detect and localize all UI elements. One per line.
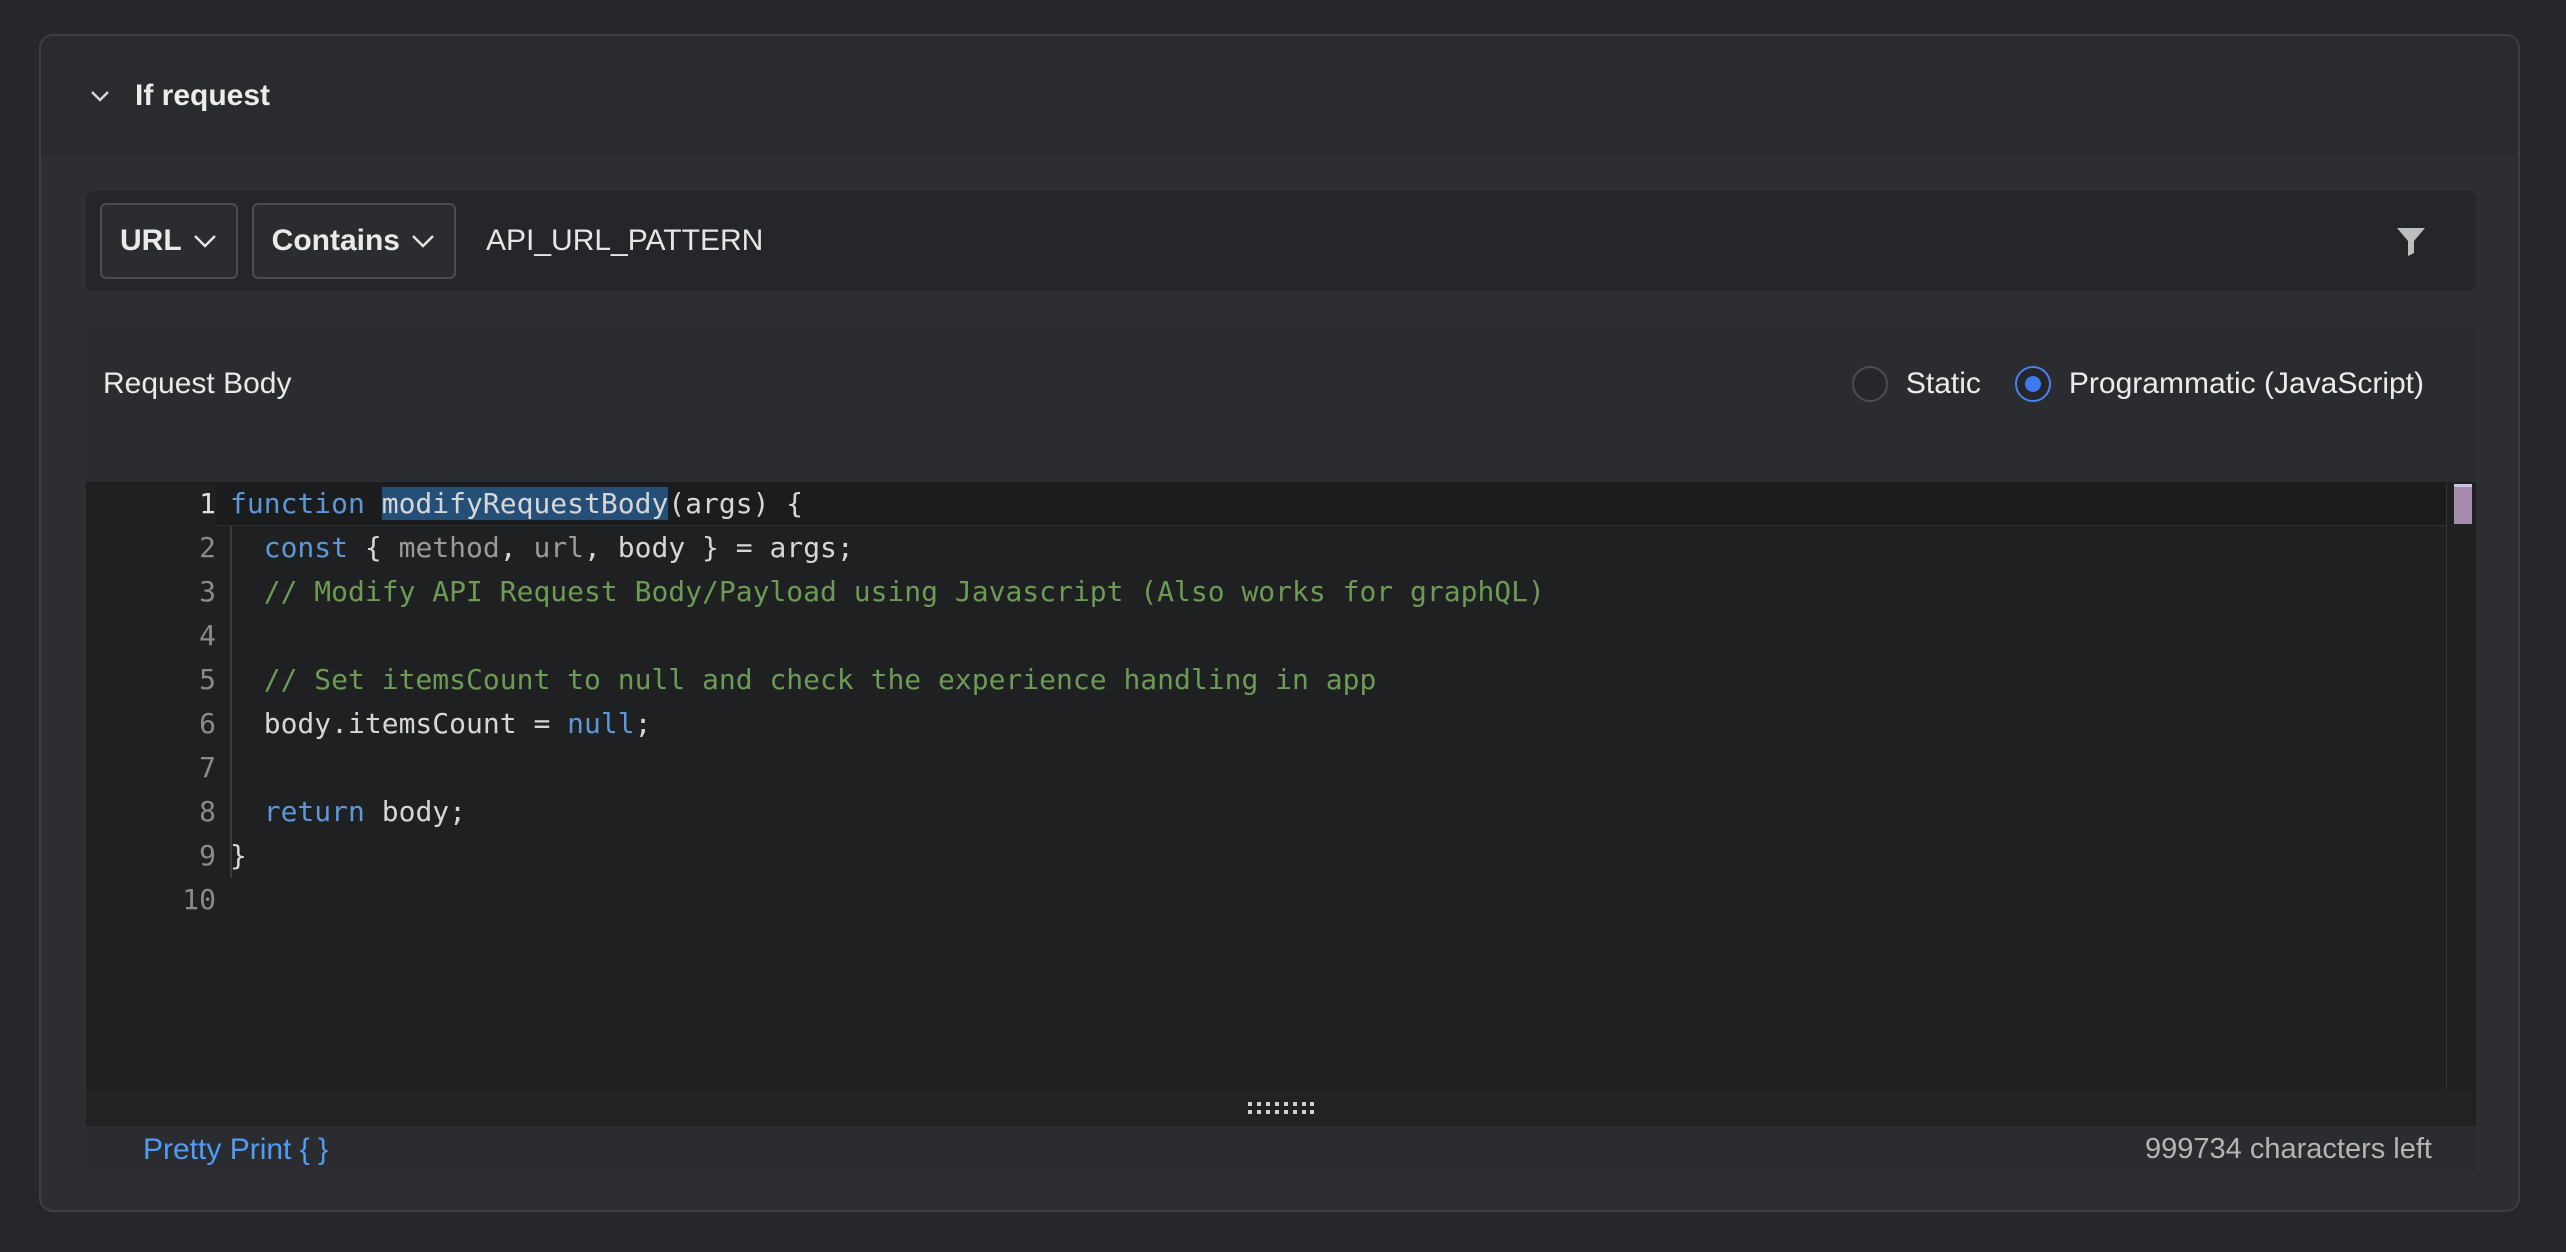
line-number: 7 bbox=[199, 751, 216, 784]
radio-programmatic-circle[interactable] bbox=[2014, 366, 2051, 402]
code-token: function bbox=[230, 487, 365, 520]
line-number: 4 bbox=[199, 619, 216, 652]
editor-footer: Pretty Print { } 999734 characters left bbox=[86, 1126, 2476, 1173]
chevron-down-icon bbox=[412, 235, 434, 248]
code-editor[interactable]: 1 2 3 4 5 6 7 8 9 10 function modifyRequ… bbox=[86, 482, 2476, 1090]
line-number: 8 bbox=[199, 795, 216, 828]
radio-static-circle[interactable] bbox=[1851, 366, 1888, 402]
field-dropdown-label: URL bbox=[120, 224, 182, 257]
section-header[interactable]: If request bbox=[41, 36, 2518, 156]
url-pattern-input[interactable] bbox=[486, 224, 2386, 258]
code-token: body; bbox=[364, 795, 467, 828]
line-number-gutter: 1 2 3 4 5 6 7 8 9 10 bbox=[86, 482, 216, 1090]
rule-condition-card: If request URL Contains Request Body Sta… bbox=[39, 34, 2520, 1212]
code-token: null bbox=[567, 707, 635, 740]
code-token: body.itemsCount = bbox=[263, 707, 568, 740]
drag-handle-icon[interactable] bbox=[1247, 1101, 1315, 1115]
code-line[interactable]: const { method, url, body } = args; bbox=[230, 526, 854, 570]
code-line[interactable]: body.itemsCount = null; bbox=[230, 702, 652, 746]
code-line[interactable]: // Set itemsCount to null and check the … bbox=[230, 658, 1377, 702]
request-body-panel: Request Body Static Programmatic (JavaSc… bbox=[86, 327, 2476, 1173]
code-line[interactable]: // Modify API Request Body/Payload using… bbox=[230, 570, 1545, 614]
code-token: return bbox=[263, 795, 365, 828]
chevron-down-icon[interactable] bbox=[87, 83, 113, 109]
code-lines[interactable]: function modifyRequestBody(args) { const… bbox=[230, 482, 2446, 1090]
characters-left-counter: 999734 characters left bbox=[2145, 1133, 2432, 1165]
radio-programmatic[interactable]: Programmatic (JavaScript) bbox=[2014, 366, 2424, 402]
body-mode-radio-group: Static Programmatic (JavaScript) bbox=[1818, 327, 2424, 441]
code-token: } bbox=[230, 839, 247, 872]
code-line[interactable]: return body; bbox=[230, 790, 466, 834]
code-token: { bbox=[348, 531, 399, 564]
request-body-header: Request Body Static Programmatic (JavaSc… bbox=[86, 327, 2476, 441]
code-token: , bbox=[499, 531, 534, 564]
code-token: method bbox=[398, 531, 500, 564]
code-token: modifyRequestBody bbox=[381, 487, 669, 520]
code-token: const bbox=[263, 531, 349, 564]
line-number: 9 bbox=[199, 839, 216, 872]
code-comment: // Set itemsCount to null and check the … bbox=[263, 663, 1377, 696]
editor-resize-handle[interactable] bbox=[86, 1090, 2476, 1126]
operator-dropdown-label: Contains bbox=[271, 224, 400, 257]
request-body-label: Request Body bbox=[103, 367, 292, 400]
code-line[interactable]: function modifyRequestBody(args) { bbox=[230, 482, 803, 526]
code-line[interactable]: } bbox=[230, 834, 247, 878]
editor-scroll-thumb[interactable] bbox=[2454, 484, 2472, 524]
code-token: url bbox=[533, 531, 585, 564]
line-number: 6 bbox=[199, 707, 216, 740]
radio-programmatic-label[interactable]: Programmatic (JavaScript) bbox=[2069, 367, 2424, 401]
line-number: 5 bbox=[199, 663, 216, 696]
line-number: 1 bbox=[199, 487, 216, 520]
code-token: , body } = args; bbox=[584, 531, 854, 564]
line-number: 3 bbox=[199, 575, 216, 608]
radio-static-label[interactable]: Static bbox=[1906, 367, 1981, 401]
section-title: If request bbox=[135, 79, 271, 112]
chevron-down-icon bbox=[193, 235, 216, 248]
line-number: 2 bbox=[199, 531, 216, 564]
pretty-print-button[interactable]: Pretty Print { } bbox=[143, 1133, 328, 1167]
funnel-icon[interactable] bbox=[2394, 224, 2428, 258]
field-dropdown[interactable]: URL bbox=[100, 203, 238, 279]
code-token: (args) { bbox=[668, 487, 804, 520]
radio-static[interactable]: Static bbox=[1851, 366, 1981, 402]
url-filter-row: URL Contains bbox=[86, 191, 2476, 291]
code-comment: // Modify API Request Body/Payload using… bbox=[263, 575, 1545, 608]
operator-dropdown[interactable]: Contains bbox=[251, 203, 456, 279]
code-token: ; bbox=[634, 707, 652, 740]
line-number: 10 bbox=[182, 883, 216, 916]
editor-scrollbar[interactable] bbox=[2446, 482, 2476, 1090]
